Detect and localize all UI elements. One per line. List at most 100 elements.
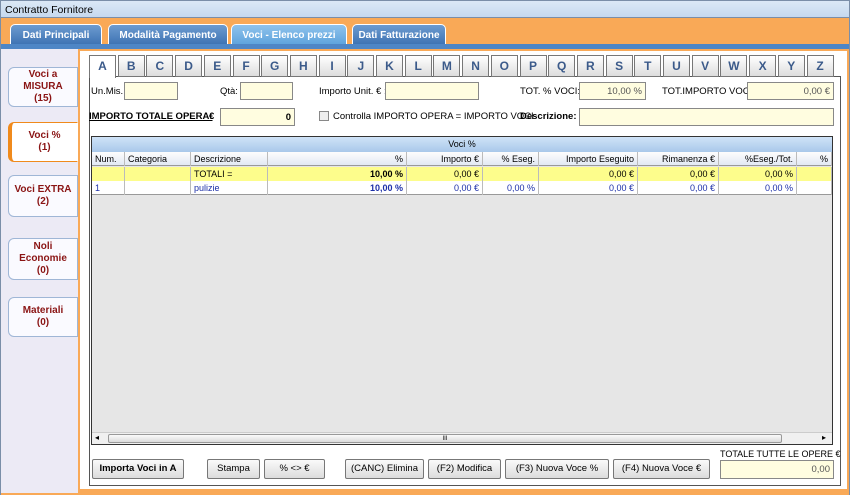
tot-importo-label: TOT.IMPORTO VOCI: <box>662 86 755 97</box>
grid-cell: 0,00 % <box>719 181 797 195</box>
importo-totale-label: IMPORTO TOTALE OPERA: <box>89 111 213 122</box>
letter-tab-q[interactable]: Q <box>548 55 575 77</box>
sidebar-item-noli-economie[interactable]: Noli Economie(0) <box>8 238 78 280</box>
sidebar-item-label: Voci EXTRA <box>14 184 71 196</box>
letter-tab-k[interactable]: K <box>376 55 403 77</box>
letter-tab-r[interactable]: R <box>577 55 604 77</box>
grid-header: Num.CategoriaDescrizione%Importo €% Eseg… <box>92 152 832 166</box>
letter-tab-x[interactable]: X <box>749 55 776 77</box>
qta-input[interactable] <box>240 82 293 100</box>
grid-title: Voci % <box>92 137 832 152</box>
tab-dati-fatturazione[interactable]: Dati Fatturazione <box>352 24 446 45</box>
letter-tab-p[interactable]: P <box>520 55 547 77</box>
horizontal-scrollbar[interactable]: ◂ III ▸ <box>92 432 832 444</box>
column-header[interactable]: Importo Eseguito <box>539 152 638 166</box>
tot-importo-field: 0,00 € <box>747 82 834 100</box>
grid-cell: 0,00 € <box>539 181 638 195</box>
totale-tutte-label: TOTALE TUTTE LE OPERE € <box>720 449 841 459</box>
letter-tab-i[interactable]: I <box>319 55 346 77</box>
grid-cell <box>483 167 539 181</box>
grid-cell: 10,00 % <box>268 167 407 181</box>
grid-cell: 0,00 € <box>638 181 719 195</box>
table-row[interactable]: 1pulizie10,00 %0,00 €0,00 %0,00 €0,00 €0… <box>92 181 832 195</box>
column-header[interactable]: Descrizione <box>191 152 268 166</box>
grid-cell: 0,00 € <box>407 167 483 181</box>
letter-tab-m[interactable]: M <box>433 55 460 77</box>
stampa-button[interactable]: Stampa <box>207 459 260 479</box>
euro-symbol: € <box>209 111 214 122</box>
unmis-input[interactable] <box>124 82 178 100</box>
letter-tab-z[interactable]: Z <box>807 55 834 77</box>
column-header[interactable]: % <box>797 152 832 166</box>
elimina-button[interactable]: (CANC) Elimina <box>345 459 424 479</box>
importa-voci-button[interactable]: Importa Voci in A <box>92 459 184 479</box>
title-bar: Contratto Fornitore <box>0 0 850 18</box>
descrizione-label: Descrizione: <box>520 111 577 122</box>
sidebar-item-label: Materiali <box>23 305 64 317</box>
sidebar-item-count: (2) <box>14 196 71 208</box>
letter-tab-h[interactable]: H <box>290 55 317 77</box>
importo-totale-input[interactable]: 0 <box>220 108 295 126</box>
tot-perc-field: 10,00 % <box>579 82 646 100</box>
letter-tab-a[interactable]: A <box>89 55 116 78</box>
letter-tab-v[interactable]: V <box>692 55 719 77</box>
grid-cell <box>797 167 832 181</box>
sidebar-item-count: (0) <box>18 265 68 277</box>
letter-tab-w[interactable]: W <box>720 55 747 77</box>
grid-cell: 0,00 € <box>638 167 719 181</box>
nuova-voce-euro-button[interactable]: (F4) Nuova Voce € <box>613 459 710 479</box>
letter-tab-u[interactable]: U <box>663 55 690 77</box>
letter-tab-t[interactable]: T <box>634 55 661 77</box>
letter-tab-f[interactable]: F <box>233 55 260 77</box>
sidebar-item-materiali[interactable]: Materiali(0) <box>8 297 78 337</box>
letter-tab-n[interactable]: N <box>462 55 489 77</box>
tab-voci-elenco-prezzi[interactable]: Voci - Elenco prezzi <box>231 24 347 45</box>
letter-tab-g[interactable]: G <box>261 55 288 77</box>
grid-cell <box>797 181 832 195</box>
letter-tab-c[interactable]: C <box>146 55 173 77</box>
column-header[interactable]: Importo € <box>407 152 483 166</box>
nuova-voce-perc-button[interactable]: (F3) Nuova Voce % <box>505 459 609 479</box>
grid-cell: 0,00 € <box>407 181 483 195</box>
column-header[interactable]: Rimanenza € <box>638 152 719 166</box>
tab-modalita-pagamento[interactable]: Modalità Pagamento <box>108 24 228 45</box>
sidebar-item-label: Voci a MISURA <box>18 69 68 93</box>
letter-tab-l[interactable]: L <box>405 55 432 77</box>
toggle-perc-euro-button[interactable]: % <> € <box>264 459 325 479</box>
letter-tab-j[interactable]: J <box>347 55 374 77</box>
scroll-grip: III <box>442 436 447 442</box>
unmis-label: Un.Mis.: <box>91 86 126 97</box>
letter-tab-b[interactable]: B <box>118 55 145 77</box>
column-header[interactable]: % Eseg. <box>483 152 539 166</box>
scroll-left-icon[interactable]: ◂ <box>95 433 99 442</box>
column-header[interactable]: Num. <box>92 152 125 166</box>
scroll-right-icon[interactable]: ▸ <box>822 433 826 442</box>
descrizione-input[interactable] <box>579 108 834 126</box>
column-header[interactable]: % <box>268 152 407 166</box>
grid-cell: pulizie <box>191 181 268 195</box>
sidebar-item-voci-misura[interactable]: Voci a MISURA(15) <box>8 67 78 107</box>
tab-dati-principali[interactable]: Dati Principali <box>10 24 102 45</box>
grid-cell: TOTALI = <box>191 167 268 181</box>
letter-tab-s[interactable]: S <box>606 55 633 77</box>
letter-tab-e[interactable]: E <box>204 55 231 77</box>
letter-tab-d[interactable]: D <box>175 55 202 77</box>
controlla-checkbox[interactable] <box>319 111 329 121</box>
importo-unit-input[interactable] <box>385 82 479 100</box>
column-header[interactable]: Categoria <box>125 152 191 166</box>
sidebar-item-label: Noli Economie <box>18 241 68 265</box>
scroll-thumb[interactable]: III <box>108 434 782 443</box>
grid-cell: 1 <box>92 181 125 195</box>
sidebar-item-voci-perc[interactable]: Voci %(1) <box>8 122 78 162</box>
column-header[interactable]: %Eseg./Tot. <box>719 152 797 166</box>
modifica-button[interactable]: (F2) Modifica <box>428 459 501 479</box>
letter-tab-y[interactable]: Y <box>778 55 805 77</box>
controlla-label: Controlla IMPORTO OPERA = IMPORTO VOCI <box>333 111 534 122</box>
voci-grid: Voci % Num.CategoriaDescrizione%Importo … <box>91 136 833 445</box>
sidebar-item-count: (0) <box>23 317 64 329</box>
sidebar-item-voci-extra[interactable]: Voci EXTRA(2) <box>8 175 78 217</box>
sidebar-item-count: (1) <box>28 142 60 154</box>
grid-cell <box>125 167 191 181</box>
totale-tutte-field: 0,00 <box>720 460 834 479</box>
letter-tab-o[interactable]: O <box>491 55 518 77</box>
